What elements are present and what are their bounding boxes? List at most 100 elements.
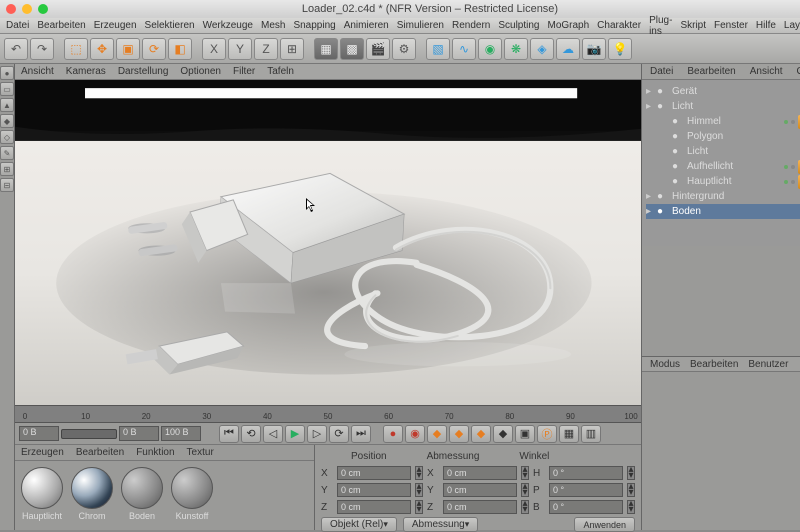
menu-datei[interactable]: Datei (6, 20, 29, 31)
nurbs-button[interactable]: ◉ (478, 38, 502, 60)
mattab-erzeugen[interactable]: Erzeugen (21, 447, 64, 458)
mode-button-6[interactable]: ⊞ (0, 162, 14, 176)
stepper-icon[interactable]: ▴▾ (627, 466, 635, 480)
timeline-ruler[interactable]: 0102030405060708090100 (15, 405, 641, 423)
prev-frame-button[interactable]: ◁ (263, 425, 283, 443)
frame-current-field[interactable]: 0 B (119, 426, 159, 441)
tree-item-licht[interactable]: ●Licht (646, 144, 800, 159)
key-opt1-button[interactable]: ▣ (515, 425, 535, 443)
go-start-button[interactable]: ⏮ (219, 425, 239, 443)
play-button[interactable]: ▶ (285, 425, 305, 443)
cube-button[interactable]: ▧ (426, 38, 450, 60)
key-pla-button[interactable]: ◆ (493, 425, 513, 443)
environment-button[interactable]: ☁ (556, 38, 580, 60)
menu-plug-ins[interactable]: Plug-ins (649, 15, 672, 37)
z-axis-button[interactable]: Z (254, 38, 278, 60)
objtab-datei[interactable]: Datei (650, 66, 673, 77)
key-opt4-button[interactable]: ▥ (581, 425, 601, 443)
viewport[interactable] (15, 80, 641, 405)
next-key-button[interactable]: ⟳ (329, 425, 349, 443)
menu-mograph[interactable]: MoGraph (547, 20, 589, 31)
spline-button[interactable]: ∿ (452, 38, 476, 60)
key-opt3-button[interactable]: ▦ (559, 425, 579, 443)
menu-sculpting[interactable]: Sculpting (498, 20, 539, 31)
stepper-icon[interactable]: ▴▾ (627, 483, 635, 497)
key-scale-button[interactable]: ◆ (449, 425, 469, 443)
minimize-window-button[interactable] (22, 4, 32, 14)
material-boden[interactable]: Boden (121, 467, 163, 521)
go-end-button[interactable]: ⏭ (351, 425, 371, 443)
rotate-button[interactable]: ⟳ (142, 38, 166, 60)
mode-button-4[interactable]: ◇ (0, 130, 14, 144)
array-button[interactable]: ❋ (504, 38, 528, 60)
menu-rendern[interactable]: Rendern (452, 20, 490, 31)
camera-button[interactable]: 📷 (582, 38, 606, 60)
viewtab-filter[interactable]: Filter (233, 66, 255, 77)
menu-bearbeiten[interactable]: Bearbeiten (37, 20, 85, 31)
render-settings-button[interactable]: 🎬 (366, 38, 390, 60)
mode-button-5[interactable]: ✎ (0, 146, 14, 160)
menu-animieren[interactable]: Animieren (344, 20, 389, 31)
menu-hilfe[interactable]: Hilfe (756, 20, 776, 31)
frame-slider[interactable] (61, 429, 117, 439)
attrtab-bearbeiten[interactable]: Bearbeiten (690, 359, 738, 370)
object-tree[interactable]: ▸●Gerät▸●Licht●Himmel●Polygon●Licht●Aufh… (642, 80, 800, 246)
material-kunstoff[interactable]: Kunstoff (171, 467, 213, 521)
tree-item-himmel[interactable]: ●Himmel (646, 114, 800, 129)
scale-button[interactable]: ▣ (116, 38, 140, 60)
ang-B-field[interactable]: 0 ° (549, 500, 623, 514)
menu-mesh[interactable]: Mesh (261, 20, 285, 31)
viewtab-optionen[interactable]: Optionen (180, 66, 221, 77)
tree-item-aufhellicht[interactable]: ●Aufhellicht (646, 159, 800, 174)
next-frame-button[interactable]: ▷ (307, 425, 327, 443)
menu-selektieren[interactable]: Selektieren (145, 20, 195, 31)
menu-snapping[interactable]: Snapping (293, 20, 335, 31)
pos-X-field[interactable]: 0 cm (337, 466, 411, 480)
tree-item-hauptlicht[interactable]: ●Hauptlicht (646, 174, 800, 189)
x-axis-button[interactable]: X (202, 38, 226, 60)
stepper-icon[interactable]: ▴▾ (415, 466, 423, 480)
key-pos-button[interactable]: ◆ (427, 425, 447, 443)
live-select-button[interactable]: ⬚ (64, 38, 88, 60)
menu-skript[interactable]: Skript (680, 20, 706, 31)
tree-item-gerät[interactable]: ▸●Gerät (646, 84, 800, 99)
key-rot-button[interactable]: ◆ (471, 425, 491, 443)
tree-item-boden[interactable]: ▸●Boden (646, 204, 800, 219)
mode-button-1[interactable]: ▭ (0, 82, 14, 96)
record-button[interactable]: ● (383, 425, 403, 443)
light-button[interactable]: 💡 (608, 38, 632, 60)
dim-Y-field[interactable]: 0 cm (443, 483, 517, 497)
render-view-button[interactable]: ▦ (314, 38, 338, 60)
viewtab-kameras[interactable]: Kameras (66, 66, 106, 77)
deformer-button[interactable]: ◈ (530, 38, 554, 60)
mode-button-7[interactable]: ⊟ (0, 178, 14, 192)
render-pic-button[interactable]: ⚙ (392, 38, 416, 60)
undo-button[interactable]: ↶ (4, 38, 28, 60)
mode-button-0[interactable]: ● (0, 66, 14, 80)
objtab-objekte[interactable]: Objekte (797, 66, 800, 77)
tree-item-polygon[interactable]: ●Polygon (646, 129, 800, 144)
ang-P-field[interactable]: 0 ° (549, 483, 623, 497)
attrtab-modus[interactable]: Modus (650, 359, 680, 370)
move-button[interactable]: ✥ (90, 38, 114, 60)
stepper-icon[interactable]: ▴▾ (415, 500, 423, 514)
dim-Z-field[interactable]: 0 cm (443, 500, 517, 514)
viewtab-ansicht[interactable]: Ansicht (21, 66, 54, 77)
autokey-button[interactable]: ◉ (405, 425, 425, 443)
tree-item-licht[interactable]: ▸●Licht (646, 99, 800, 114)
menu-werkzeuge[interactable]: Werkzeuge (203, 20, 253, 31)
mattab-funktion[interactable]: Funktion (136, 447, 174, 458)
mattab-bearbeiten[interactable]: Bearbeiten (76, 447, 124, 458)
close-window-button[interactable] (6, 4, 16, 14)
y-axis-button[interactable]: Y (228, 38, 252, 60)
render-region-button[interactable]: ▩ (340, 38, 364, 60)
mode-button-2[interactable]: ▲ (0, 98, 14, 112)
key-opt2-button[interactable]: Ⓟ (537, 425, 557, 443)
prev-key-button[interactable]: ⟲ (241, 425, 261, 443)
ang-H-field[interactable]: 0 ° (549, 466, 623, 480)
stepper-icon[interactable]: ▴▾ (521, 500, 529, 514)
material-hauptlicht[interactable]: Hauptlicht (21, 467, 63, 521)
viewtab-tafeln[interactable]: Tafeln (267, 66, 294, 77)
recent-button[interactable]: ◧ (168, 38, 192, 60)
menu-layout:[interactable]: Layout: (784, 20, 800, 31)
